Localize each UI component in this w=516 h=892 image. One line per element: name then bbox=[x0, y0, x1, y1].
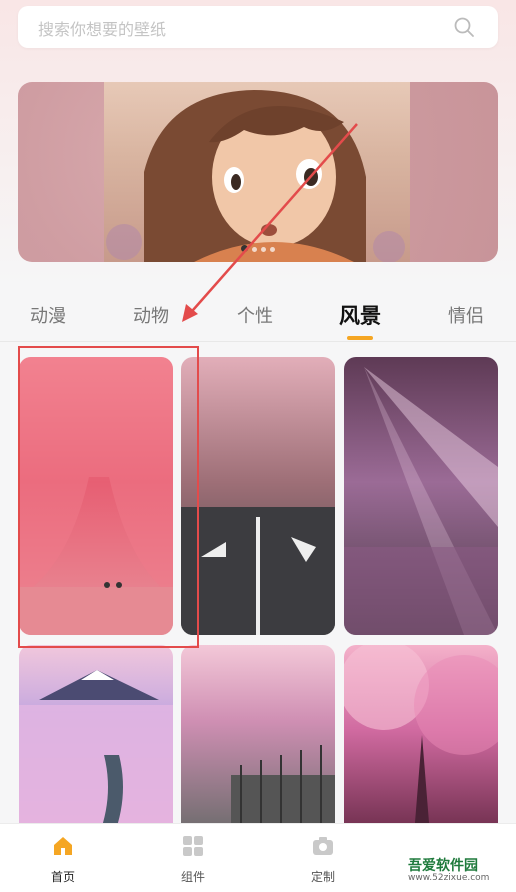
watermark: 吾爱软件园 www.52zixue.com bbox=[384, 850, 510, 888]
wallpaper-card[interactable] bbox=[181, 645, 335, 835]
carousel-dot[interactable] bbox=[270, 247, 275, 252]
category-tabs: 动漫 动物 个性 风景 情侣 bbox=[0, 300, 516, 344]
search-placeholder: 搜索你想要的壁纸 bbox=[38, 20, 167, 39]
carousel-dot[interactable] bbox=[241, 245, 248, 252]
bottom-nav: 首页 组件 定制 吾爱软件园 www.52zixue.com bbox=[0, 823, 516, 892]
nav-widgets-label: 组件 bbox=[180, 870, 205, 884]
nav-home[interactable]: 首页 bbox=[28, 834, 98, 885]
nav-custom-label: 定制 bbox=[310, 870, 335, 884]
watermark-title: 吾爱软件园 bbox=[408, 858, 478, 874]
nav-widgets[interactable]: 组件 bbox=[158, 834, 228, 885]
grid-icon bbox=[183, 836, 203, 856]
camera-icon bbox=[313, 837, 333, 855]
tab-scenery[interactable]: 风景 bbox=[339, 300, 381, 330]
search-bar[interactable]: 搜索你想要的壁纸 bbox=[18, 6, 498, 48]
banner-carousel[interactable] bbox=[18, 82, 498, 262]
carousel-dots bbox=[18, 237, 498, 256]
banner-artwork bbox=[104, 82, 410, 262]
carousel-dot[interactable] bbox=[252, 247, 257, 252]
wallpaper-card[interactable] bbox=[344, 357, 498, 635]
wallpaper-card[interactable] bbox=[344, 645, 498, 835]
wallpaper-card[interactable] bbox=[19, 645, 173, 835]
highlight-box bbox=[18, 346, 199, 648]
wallpaper-card[interactable] bbox=[181, 357, 335, 635]
home-icon bbox=[54, 837, 72, 855]
tab-couples[interactable]: 情侣 bbox=[448, 302, 484, 328]
tab-personality[interactable]: 个性 bbox=[237, 302, 273, 328]
watermark-url: www.52zixue.com bbox=[408, 873, 490, 883]
tab-animals[interactable]: 动物 bbox=[133, 302, 169, 328]
active-tab-indicator bbox=[347, 336, 373, 340]
divider bbox=[0, 341, 516, 342]
nav-custom[interactable]: 定制 bbox=[288, 834, 358, 885]
carousel-dot[interactable] bbox=[261, 247, 266, 252]
tab-anime[interactable]: 动漫 bbox=[30, 302, 66, 328]
search-icon[interactable] bbox=[452, 15, 476, 39]
nav-home-label: 首页 bbox=[50, 870, 75, 884]
